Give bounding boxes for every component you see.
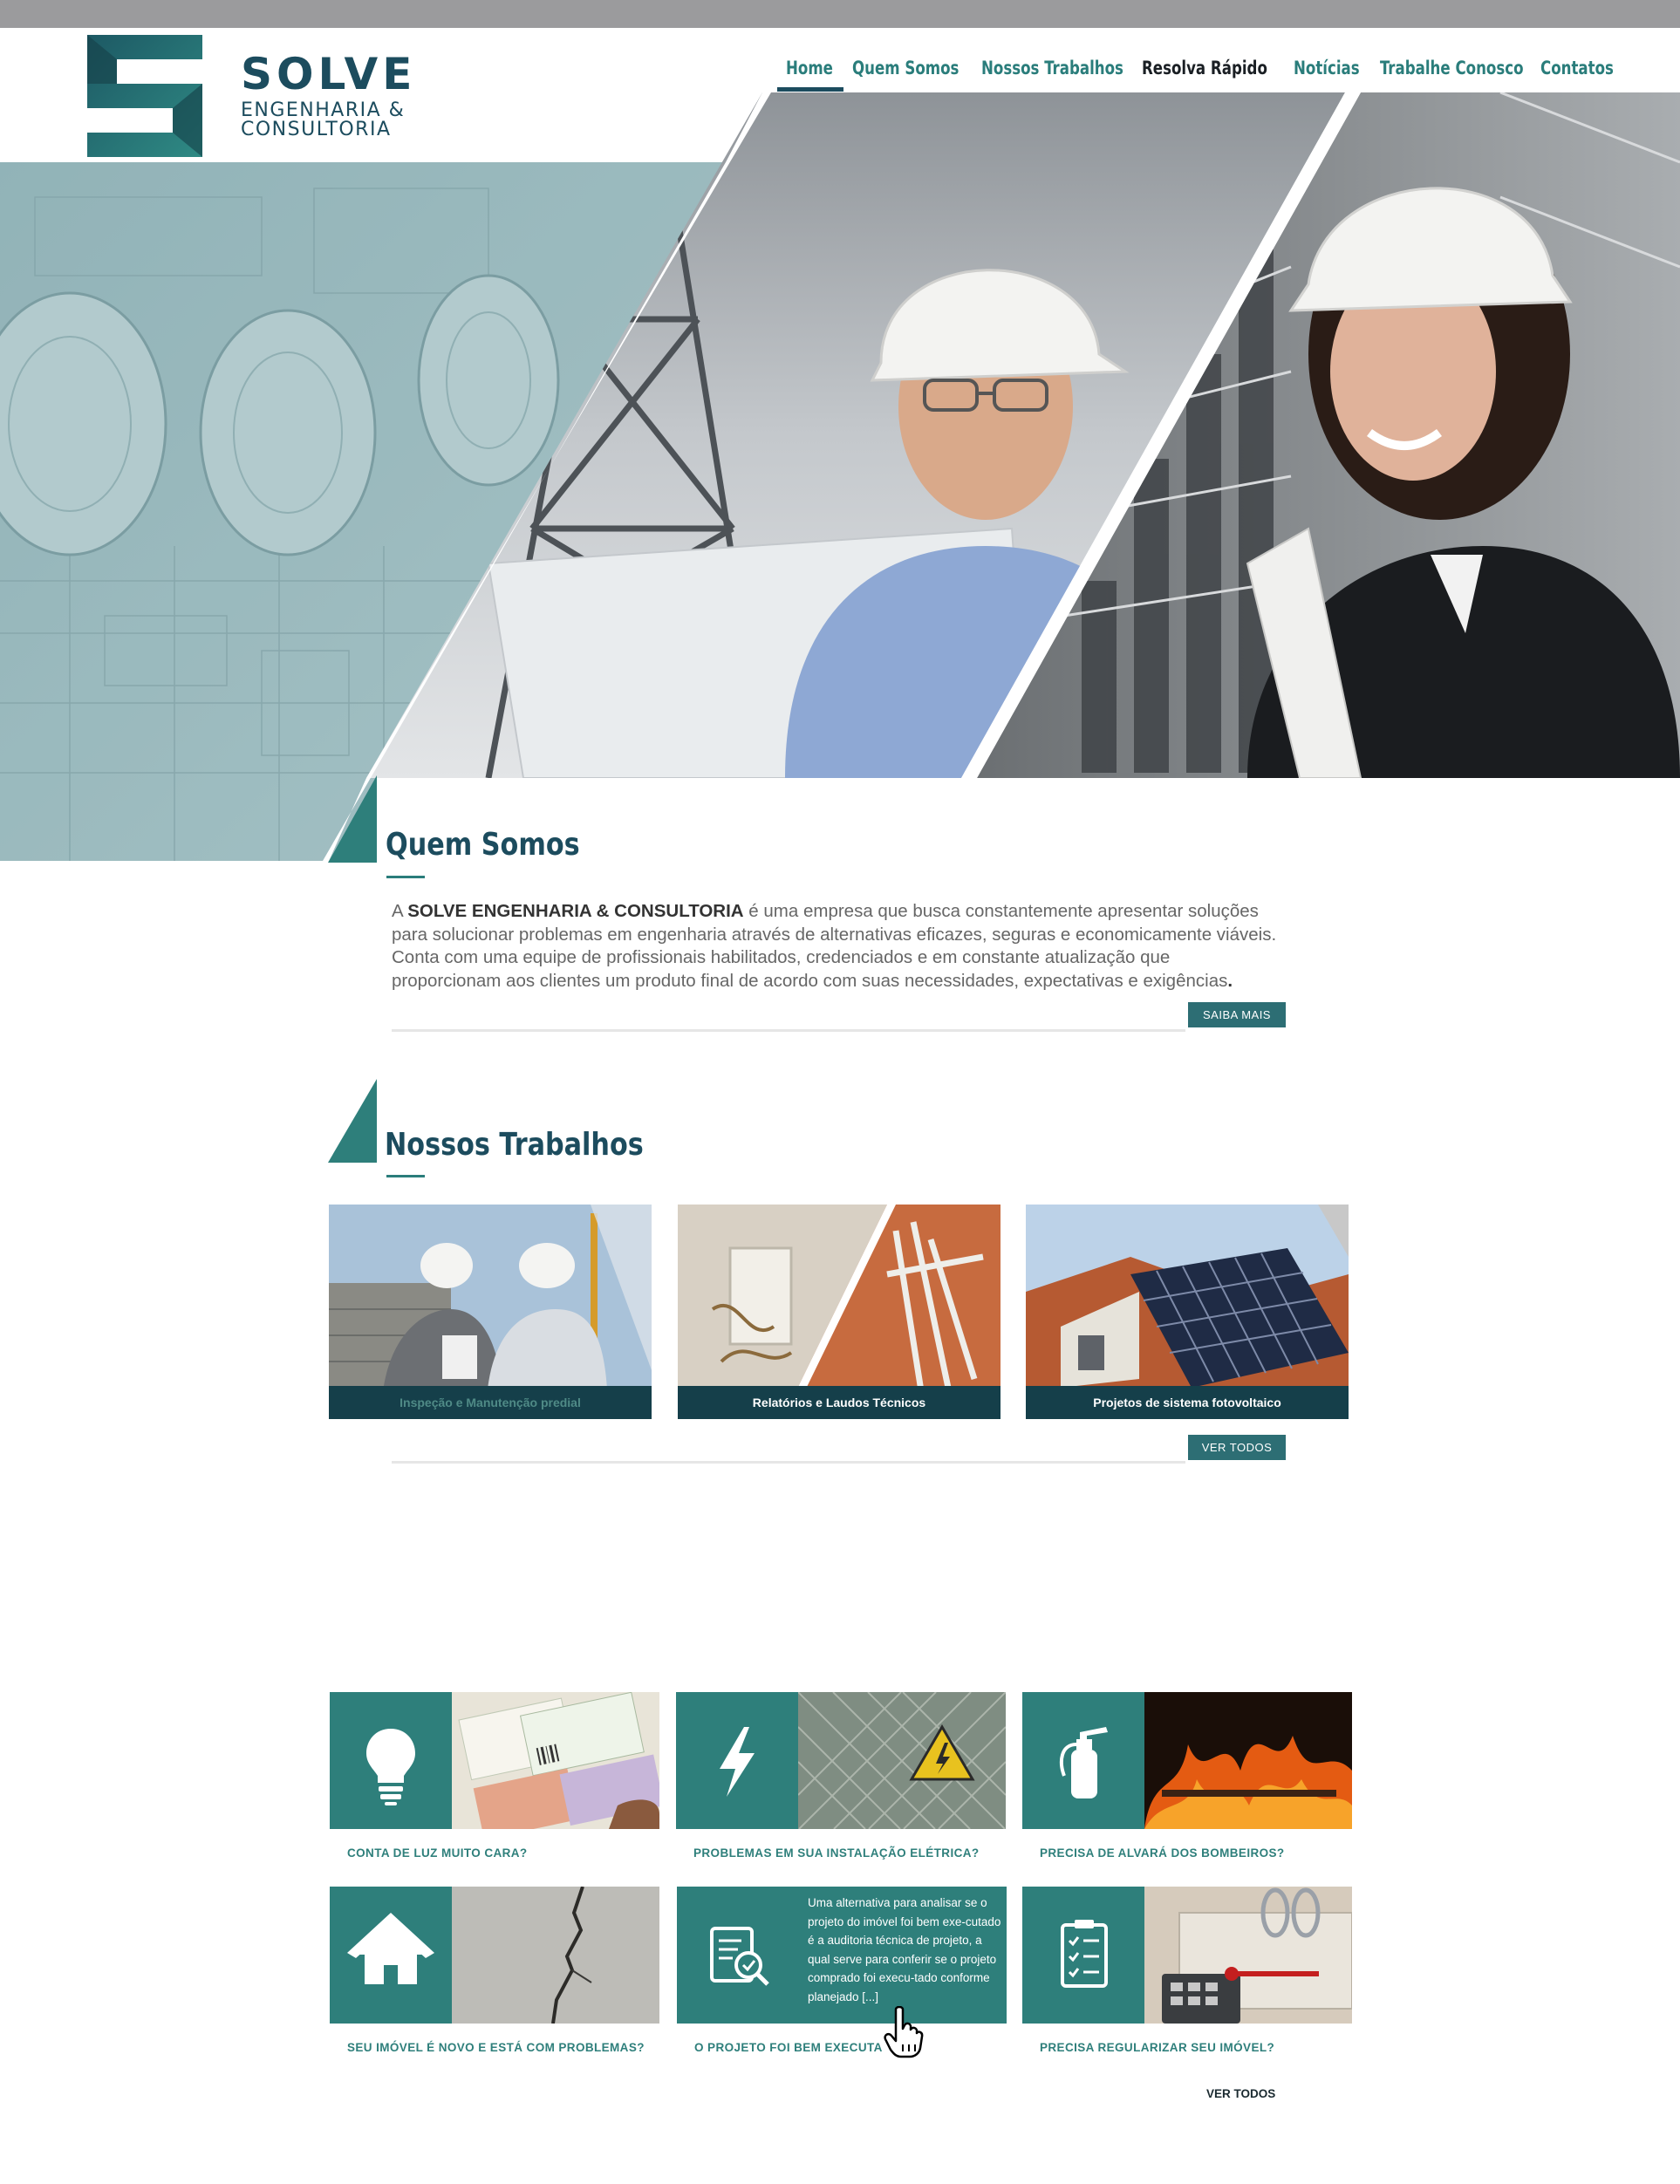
quick-card-label: PRECISA DE ALVARÁ DOS BOMBEIROS? [1040, 1846, 1285, 1860]
about-company-name: SOLVE ENGENHARIA & CONSULTORIA [407, 901, 744, 921]
quick-card-label: PROBLEMAS EM SUA INSTALAÇÃO ELÉTRICA? [693, 1846, 980, 1860]
work-card-relatorios[interactable]: Relatórios e Laudos Técnicos [678, 1205, 1000, 1419]
works-title-triangle [328, 1079, 377, 1163]
saiba-mais-button[interactable]: SAIBA MAIS [1188, 1002, 1286, 1027]
quick-card-photo [1144, 1692, 1352, 1829]
works-ver-todos-button[interactable]: VER TODOS [1188, 1435, 1286, 1460]
quick-card-label: PRECISA REGULARIZAR SEU IMÓVEL? [1040, 2041, 1275, 2054]
quick-card-instalacao-eletrica[interactable]: PROBLEMAS EM SUA INSTALAÇÃO ELÉTRICA? [676, 1692, 1006, 1860]
quick-card-label: CONTA DE LUZ MUITO CARA? [347, 1846, 528, 1860]
about-text: A SOLVE ENGENHARIA & CONSULTORIA é uma e… [392, 900, 1281, 993]
quick-card-icon-box [1022, 1692, 1144, 1829]
quick-card-label: SEU IMÓVEL É NOVO E ESTÁ COM PROBLEMAS? [347, 2041, 645, 2054]
about-title-rule [386, 876, 425, 878]
nav-contatos[interactable]: Contatos [1540, 52, 1614, 84]
quick-card-icon-box [330, 1887, 452, 2024]
quick-card-photo [452, 1887, 659, 2024]
about-text-end: . [1227, 970, 1233, 991]
quick-card-image [1144, 1692, 1352, 1829]
quick-card-icon-box [1022, 1887, 1144, 2024]
quick-card-projeto-executado[interactable]: Uma alternativa para analisar se o proje… [677, 1887, 1007, 2054]
nav-home[interactable]: Home [786, 52, 833, 84]
quick-card-image [798, 1692, 1006, 1829]
quick-card-conta-luz[interactable]: CONTA DE LUZ MUITO CARA? [330, 1692, 659, 1860]
work-card-fotovoltaico[interactable]: Projetos de sistema fotovoltaico [1026, 1205, 1349, 1419]
fire-extinguisher-icon [1060, 1727, 1108, 1798]
nav-nossos-trabalhos[interactable]: Nossos Trabalhos [981, 52, 1123, 84]
house-icon [347, 1913, 434, 1984]
work-caption: Projetos de sistema fotovoltaico [1026, 1386, 1349, 1419]
works-divider [392, 1461, 1185, 1464]
hero-banner [0, 92, 1680, 865]
top-bar [0, 0, 1680, 28]
quick-card-image [1144, 1887, 1352, 2024]
hero-illustration [0, 92, 1680, 863]
quick-card-alvara-bombeiros[interactable]: PRECISA DE ALVARÁ DOS BOMBEIROS? [1022, 1692, 1352, 1860]
nav-quem-somos[interactable]: Quem Somos [852, 52, 959, 84]
quick-card-regularizar-imovel[interactable]: PRECISA REGULARIZAR SEU IMÓVEL? [1022, 1887, 1352, 2054]
lightning-icon [720, 1727, 755, 1797]
quick-card-icon-box [330, 1692, 452, 1829]
clipboard-checklist-icon [1061, 1920, 1108, 1988]
quick-card-image [452, 1887, 659, 2024]
quick-card-label: O PROJETO FOI BEM EXECUTA [694, 2041, 883, 2054]
quick-card-hover-text: Uma alternativa para analisar se o proje… [808, 1896, 1001, 2003]
nav-trabalhe-conosco[interactable]: Trabalhe Conosco [1380, 52, 1524, 84]
logo-name: SOLVE [241, 49, 417, 99]
quick-ver-todos-link[interactable]: VER TODOS [1206, 2087, 1275, 2100]
quick-card-photo [452, 1692, 659, 1829]
work-caption: Inspeção e Manutenção predial [329, 1386, 652, 1419]
work-caption: Relatórios e Laudos Técnicos [678, 1386, 1000, 1419]
works-title: Nossos Trabalhos [385, 1127, 644, 1163]
quick-card-imovel-novo[interactable]: SEU IMÓVEL É NOVO E ESTÁ COM PROBLEMAS? [330, 1887, 659, 2054]
about-text-prefix: A [392, 901, 408, 921]
works-title-rule [386, 1175, 425, 1177]
about-title: Quem Somos [386, 827, 580, 863]
document-search-icon [710, 1927, 769, 1986]
nav-noticias[interactable]: Notícias [1294, 52, 1360, 84]
quick-card-image [452, 1692, 659, 1829]
quick-card-icon-box [676, 1692, 798, 1829]
nav-active-underline [777, 87, 843, 92]
quick-card-photo [1144, 1887, 1352, 2024]
quick-card-photo [798, 1692, 1006, 1829]
about-divider [392, 1029, 1185, 1032]
work-card-inspecao[interactable]: Inspeção e Manutenção predial [329, 1205, 652, 1419]
lightbulb-icon [366, 1729, 415, 1805]
hand-cursor-icon [884, 2006, 924, 2058]
nav-resolva-rapido[interactable]: Resolva Rápido [1142, 52, 1267, 84]
